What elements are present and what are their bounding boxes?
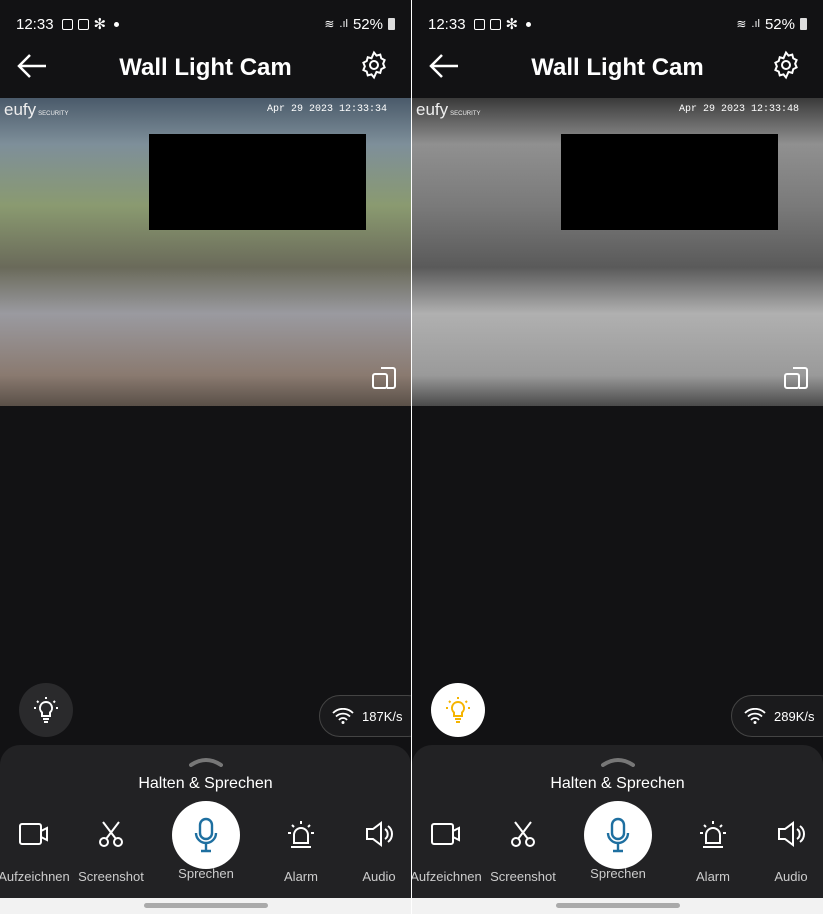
record-button[interactable]: Aufzeichnen <box>0 811 74 884</box>
audio-button[interactable]: Audio <box>339 811 411 884</box>
screen-light-on: 12:33 ✻ ≋ .ıl 52% Wall Light Cam eufy SEC… <box>412 0 823 914</box>
wifi-status-icon: ≋ <box>736 17 747 31</box>
home-gesture-handle[interactable] <box>555 903 680 908</box>
scissors-icon <box>511 821 535 847</box>
record-label: Aufzeichnen <box>412 869 482 884</box>
fullscreen-rotate-icon[interactable] <box>783 366 809 390</box>
audio-label: Audio <box>774 869 808 884</box>
signal-icon: .ıl <box>751 18 760 30</box>
more-notifications-icon <box>114 21 120 27</box>
network-speed: 289K/s <box>774 708 815 724</box>
microphone-icon <box>194 817 218 853</box>
wifi-status-icon: ≋ <box>324 17 335 31</box>
siren-icon <box>288 821 314 848</box>
expand-handle-icon[interactable] <box>188 757 223 767</box>
battery-icon <box>388 18 395 30</box>
speaker-icon <box>366 821 393 847</box>
gallery-notification-icon <box>61 18 73 30</box>
home-gesture-handle[interactable] <box>143 903 268 908</box>
battery-percent: 52% <box>352 15 383 33</box>
app-notification-icon <box>489 18 501 30</box>
eufy-watermark: eufy SECURITY <box>4 100 69 119</box>
lightbulb-icon <box>446 697 470 723</box>
audio-button[interactable]: Audio <box>751 811 823 884</box>
status-time: 12:33 <box>428 15 466 33</box>
talk-button[interactable] <box>584 801 652 869</box>
app-notification-icon <box>77 18 89 30</box>
record-label: Aufzeichnen <box>0 869 70 884</box>
settings-gear-icon[interactable] <box>771 50 801 80</box>
more-notifications-icon <box>526 21 532 27</box>
talk-button[interactable] <box>172 801 240 869</box>
signal-icon: .ıl <box>339 18 348 30</box>
spotlight-toggle-button[interactable] <box>431 683 485 737</box>
spotlight-toggle-button[interactable] <box>19 683 73 737</box>
alarm-button[interactable]: Alarm <box>673 811 753 884</box>
record-button[interactable]: Aufzeichnen <box>412 811 486 884</box>
video-camera-icon <box>19 823 48 845</box>
hold-to-talk-label: Halten & Sprechen <box>550 775 685 792</box>
status-bar: 12:33 ✻ ≋ .ıl 52% <box>16 14 395 34</box>
alarm-button[interactable]: Alarm <box>261 811 341 884</box>
wifi-icon <box>332 708 354 724</box>
hold-to-talk-label: Halten & Sprechen <box>138 775 273 792</box>
page-title: Wall Light Cam <box>119 54 292 81</box>
audio-label: Audio <box>362 869 396 884</box>
talk-label-wrap: Sprechen <box>578 866 658 881</box>
network-speed: 187K/s <box>362 708 403 724</box>
video-timestamp: Apr 29 2023 12:33:34 <box>266 104 387 115</box>
battery-percent: 52% <box>764 15 795 33</box>
video-camera-icon <box>431 823 460 845</box>
app-header: Wall Light Cam <box>412 44 823 90</box>
wifi-icon <box>744 708 766 724</box>
talk-label: Sprechen <box>178 866 234 881</box>
screenshot-label: Screenshot <box>78 869 144 884</box>
controls-sheet: Halten & Sprechen Aufzeichnen Screenshot… <box>412 745 823 898</box>
alarm-label: Alarm <box>284 869 318 884</box>
controls-sheet: Halten & Sprechen Aufzeichnen Screenshot… <box>0 745 411 898</box>
expand-handle-icon[interactable] <box>600 757 635 767</box>
eufy-watermark: eufy SECURITY <box>416 100 481 119</box>
video-timestamp: Apr 29 2023 12:33:48 <box>678 104 799 115</box>
network-speed-badge: 187K/s <box>319 695 411 737</box>
status-time: 12:33 <box>16 15 54 33</box>
system-nav-bar <box>412 898 823 914</box>
alarm-label: Alarm <box>696 869 730 884</box>
talk-label: Sprechen <box>590 866 646 881</box>
fan-notification-icon: ✻ <box>505 16 519 33</box>
microphone-icon <box>606 817 630 853</box>
fullscreen-rotate-icon[interactable] <box>371 366 397 390</box>
system-nav-bar <box>0 898 411 914</box>
lightbulb-icon <box>34 697 58 723</box>
siren-icon <box>700 821 726 848</box>
screenshot-button[interactable]: Screenshot <box>71 811 151 884</box>
status-bar: 12:33 ✻ ≋ .ıl 52% <box>428 14 807 34</box>
fan-notification-icon: ✻ <box>93 16 107 33</box>
redacted-area <box>561 134 778 230</box>
battery-icon <box>800 18 807 30</box>
live-video-feed[interactable]: eufy SECURITY Apr 29 2023 12:33:48 <box>412 98 823 406</box>
screen-light-off: 12:33 ✻ ≋ .ıl 52% Wall Light Cam eufy SEC… <box>0 0 411 914</box>
screenshot-button[interactable]: Screenshot <box>483 811 563 884</box>
scissors-icon <box>99 821 123 847</box>
redacted-area <box>149 134 366 230</box>
gallery-notification-icon <box>473 18 485 30</box>
settings-gear-icon[interactable] <box>359 50 389 80</box>
page-title: Wall Light Cam <box>531 54 704 81</box>
live-video-feed[interactable]: eufy SECURITY Apr 29 2023 12:33:34 <box>0 98 411 406</box>
speaker-icon <box>778 821 805 847</box>
app-header: Wall Light Cam <box>0 44 411 90</box>
talk-label-wrap: Sprechen <box>166 866 246 881</box>
network-speed-badge: 289K/s <box>731 695 823 737</box>
screenshot-label: Screenshot <box>490 869 556 884</box>
